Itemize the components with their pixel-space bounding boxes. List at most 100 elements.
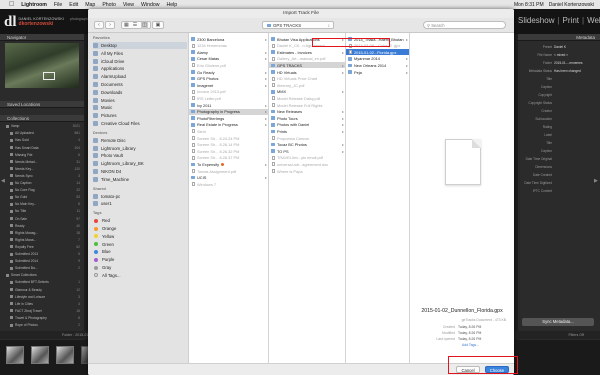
module-print[interactable]: Print [563,16,579,25]
collections-header[interactable]: Collections [0,115,84,122]
folder-row[interactable]: Real Estate in Progress ▸ [189,122,268,128]
metadata-row[interactable]: Creator [520,108,598,113]
module-slideshow[interactable]: Slideshow [518,16,554,25]
sidebar-favorite[interactable]: Music [93,104,187,111]
collection-item[interactable]: Submitted Ba... 2 [0,266,84,271]
folder-row[interactable]: To Expensify ▸ [189,161,268,167]
menu-window[interactable]: Window [141,2,159,8]
saved-locations-header[interactable]: Saved Locations [0,101,84,108]
sidebar-tag[interactable]: Blue [93,248,187,255]
right-panel-toggle-icon[interactable]: ▶ [594,178,598,184]
folder-row[interactable]: Tocaz BC Photos ▸ [269,142,345,148]
sidebar-device[interactable]: Photo Vault [93,152,187,159]
metadata-row[interactable]: Metadata Status Has been changed [520,68,598,73]
menu-photo[interactable]: Photo [102,2,116,8]
collection-item[interactable]: Rights Manag... 18 [0,231,84,236]
metadata-row[interactable]: Rating [520,124,598,129]
sidebar-favorite[interactable]: AlarmUpload [93,73,187,80]
sidebar-tag[interactable]: Orange [93,225,187,232]
folder-row[interactable]: Ivy 2011 ▸ [189,102,268,108]
folder-row[interactable]: Peja ▸ [346,69,409,75]
folder-row[interactable]: Go Ready ▸ [189,69,268,75]
metadata-row[interactable]: Title [520,140,598,145]
folder-row[interactable]: New Orleans 2014 ▸ [346,62,409,68]
sidebar-favorite[interactable]: iCloud Drive [93,58,187,65]
left-panel-toggle-icon[interactable]: ◀ [1,178,5,184]
sidebar-favorite[interactable]: All My Files [93,50,187,57]
sidebar-tag[interactable]: Green [93,241,187,248]
folder-row[interactable]: Prints ▸ [269,128,345,134]
menu-edit[interactable]: Edit [69,2,78,8]
collection-item[interactable]: Missing File 6 [0,152,84,157]
collection-item[interactable]: Life in Cities 4 [0,302,84,307]
folder-row[interactable]: UCIS ▸ [189,175,268,181]
collection-item[interactable]: On Sale 97 [0,216,84,221]
folder-row[interactable]: Photos with Daniel ▸ [269,122,345,128]
collection-item[interactable]: Royalty Free 62 [0,245,84,250]
menu-app-name[interactable]: Lightroom [21,2,47,8]
folder-row[interactable]: PhotoFilterImgs ▸ [189,115,268,121]
collection-item[interactable]: Has Gold 4 [0,138,84,143]
apple-icon[interactable]:  [9,1,14,8]
filmstrip-thumbnail[interactable] [6,346,24,364]
folder-row[interactable]: TO PS ▸ [269,148,345,154]
file-row[interactable]: Screen Sh... 8.24.24 PM [189,135,268,141]
collection-item[interactable]: Needs Sync 3 [0,174,84,179]
sidebar-tag[interactable]: Purple [93,256,187,263]
collection-item[interactable]: Rights Mana... 7 [0,238,84,243]
sidebar-device[interactable]: NIKON D4 [93,168,187,175]
navigator-preview[interactable] [5,43,79,88]
file-row[interactable]: Screen Sh... 8.26.14 PM [189,142,268,148]
sidebar-shared[interactable]: user1 [93,200,187,207]
sidebar-device[interactable]: Lightroom_Library [93,145,187,152]
metadata-row[interactable]: Preset Daniel K [520,44,598,49]
file-row[interactable]: Gallery_Art...manual_en.pdf [269,56,345,62]
view-mode-selector[interactable]: ▦ ☰ ◫ [121,21,151,29]
menu-user[interactable]: Daniel Kortenzowski [549,2,594,8]
collection-item[interactable]: Needs Metad... 31 [0,160,84,165]
sidebar-favorite[interactable]: Movies [93,97,187,104]
metadata-row[interactable]: IPTC Content [520,188,598,193]
sidebar-favorite[interactable]: Downloads [93,89,187,96]
folder-row[interactable]: HD Virtuals ▸ [269,69,345,75]
folder-row[interactable]: Myanmar 2014 ▸ [346,56,409,62]
file-row[interactable]: Skrin [189,128,268,134]
folder-row[interactable]: GPS TRACKS ▸ [269,62,345,69]
file-row[interactable]: 2015-01-02...Florida.gpx [346,49,409,56]
file-row[interactable]: HD Virtuals Price Chart [269,76,345,82]
file-row[interactable]: Where is Papa [269,168,345,174]
folder-row[interactable]: Photography in Progress ▸ [189,108,268,115]
sidebar-favorite[interactable]: Pictures [93,112,187,119]
sidebar-tag[interactable]: Red [93,217,187,224]
sidebar-favorite[interactable]: Documents [93,81,187,88]
collection-item[interactable]: No Caption 14 [0,181,84,186]
metadata-row[interactable]: Date Time Digitized [520,180,598,185]
collection-item[interactable]: Glamour & Beauty 12 [0,287,84,292]
collection-item[interactable]: No Gold 53 [0,195,84,200]
file-row[interactable]: TRAVEL/Inv...yts email.pdf [269,155,345,161]
folder-row[interactable]: Estimates - Invoices ▸ [269,49,345,55]
sidebar-shared[interactable]: tomato-pc [93,193,187,200]
file-row[interactable]: IRS Letter.pdf [189,95,268,101]
metadata-header[interactable]: Metadata [518,34,600,41]
file-row[interactable]: Model Release Full Rights [269,102,345,108]
collection-item[interactable]: No Core Flag 22 [0,188,84,193]
file-row[interactable]: 1234 Hrmemmas [189,43,268,49]
sidebar-tag[interactable]: All Tags... [93,272,187,279]
collection-item[interactable]: Submitted 2013 5 [0,252,84,257]
collection-item[interactable]: Submitted BFT-Selects 1 [0,280,84,285]
file-row[interactable]: universal.adr...agreement.doc [269,161,345,167]
sync-metadata-button[interactable]: Sync Metadata... [522,318,594,326]
collection-item[interactable]: FACT Zbraj Travel 16 [0,309,84,314]
metadata-row[interactable]: Copyright [520,92,598,97]
menu-map[interactable]: Map [85,2,95,8]
file-row[interactable]: Itinerary_JC.pdf [269,82,345,88]
folder-row[interactable]: New Releases ▸ [269,109,345,115]
folder-row[interactable]: Alamy ▸ [189,49,268,55]
module-web[interactable]: Web [587,16,600,25]
navigator-zoom-box[interactable] [43,72,55,80]
collection-item[interactable]: Lifestyle and Leisure 3 [0,294,84,299]
collection-item[interactable]: Rope of Photos 2 [0,323,84,328]
menu-help[interactable]: Help [166,2,177,8]
folder-row[interactable]: Imagenet ▸ [189,82,268,88]
